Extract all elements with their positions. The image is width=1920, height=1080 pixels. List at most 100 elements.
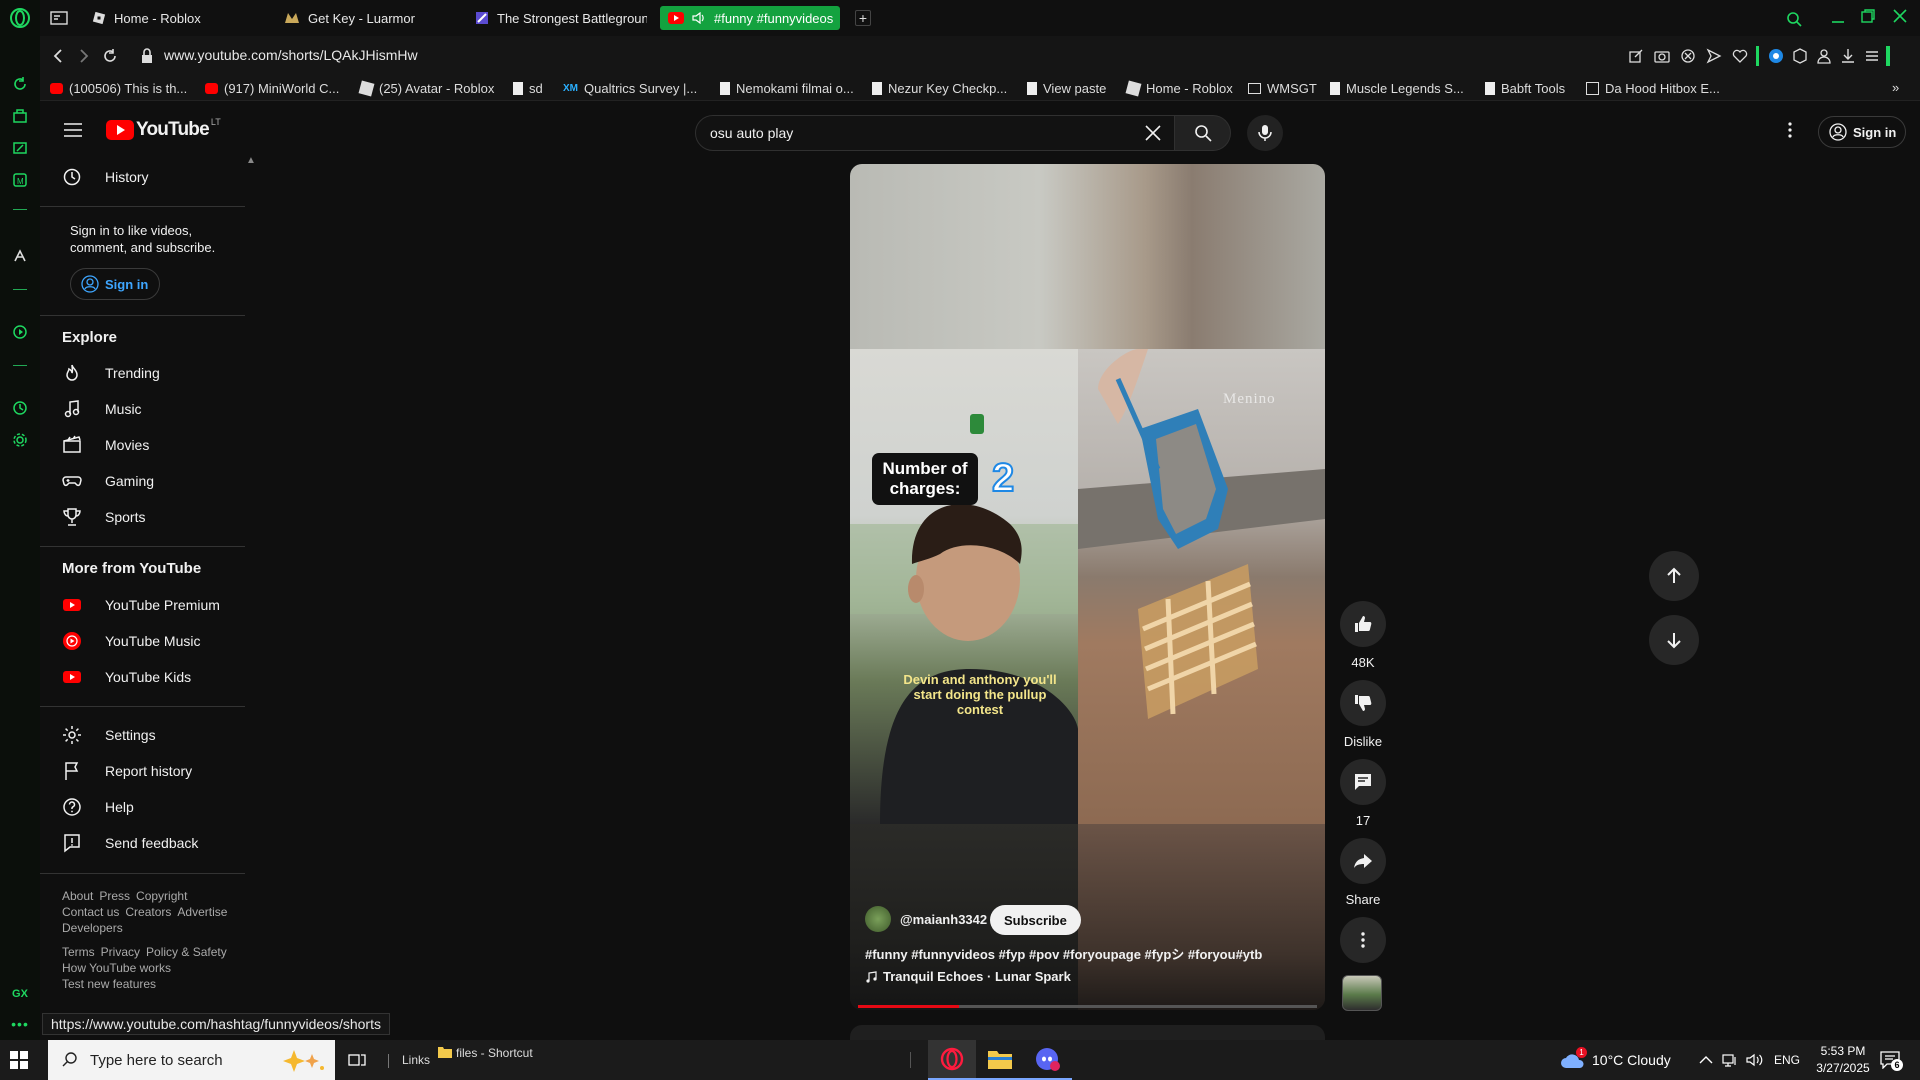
video-title[interactable]: #funny #funnyvideos #fyp #pov #foryoupag… — [865, 944, 1315, 963]
comments-button[interactable]: 17 — [1335, 759, 1391, 828]
footer-link[interactable]: Contact us — [62, 904, 119, 920]
heart-icon[interactable] — [1732, 48, 1748, 64]
settings-sidebar-icon[interactable] — [0, 426, 40, 454]
tab-0[interactable]: Home - Roblox — [84, 6, 264, 30]
download-icon[interactable] — [1840, 48, 1856, 64]
sidebar-item-music[interactable]: Music — [40, 391, 245, 427]
scroll-up-icon[interactable]: ▲ — [246, 155, 255, 166]
language-indicator[interactable]: ENG — [1774, 1040, 1800, 1080]
footer-link[interactable]: Terms — [62, 944, 95, 960]
bookmark-7[interactable]: View paste — [1027, 80, 1106, 97]
more-icon[interactable]: ••• — [0, 1010, 40, 1038]
share-button[interactable]: Share — [1335, 838, 1391, 907]
shorts-player[interactable]: Menino Number of charges: 2 Devin and an… — [850, 164, 1325, 1010]
sidebar-sign-in-button[interactable]: Sign in — [70, 268, 160, 300]
refresh-sidebar-icon[interactable] — [0, 70, 40, 98]
camera-icon[interactable] — [1654, 48, 1670, 64]
task-view-icon[interactable] — [348, 1040, 366, 1080]
extension-blue-icon[interactable] — [1768, 48, 1784, 64]
previous-short-button[interactable] — [1649, 551, 1699, 601]
back-icon[interactable] — [50, 48, 66, 64]
forward-icon[interactable] — [76, 48, 92, 64]
messenger-icon[interactable]: M — [0, 166, 40, 194]
footer-link[interactable]: Press — [99, 888, 130, 904]
links-toolbar[interactable]: Links — [402, 1040, 430, 1080]
snap-edit-icon[interactable] — [1628, 48, 1644, 64]
sidebar-item-youtube-music[interactable]: YouTube Music — [40, 623, 245, 659]
extensions-cube-icon[interactable] — [1792, 48, 1808, 64]
bookmark-2[interactable]: (25) Avatar - Roblox — [358, 80, 494, 97]
ai-icon[interactable] — [0, 242, 40, 270]
sound-thumbnail[interactable] — [1342, 975, 1382, 1011]
sidebar-item-help[interactable]: Help — [40, 789, 245, 825]
sidebar-item-settings[interactable]: Settings — [40, 717, 245, 753]
footer-link[interactable]: Policy & Safety — [146, 944, 227, 960]
discord-taskbar-app[interactable] — [1024, 1040, 1072, 1080]
close-icon[interactable] — [1892, 8, 1908, 24]
sidebar-item-history[interactable]: History — [40, 159, 245, 195]
bookmark-12[interactable]: Da Hood Hitbox E... — [1586, 80, 1720, 97]
files-shortcut[interactable]: files - Shortcut — [438, 1040, 533, 1080]
clock[interactable]: 5:53 PM 3/27/2025 — [1808, 1043, 1878, 1077]
sidebar-item-report-history[interactable]: Report history — [40, 753, 245, 789]
speaker-icon[interactable] — [692, 12, 706, 24]
restore-icon[interactable] — [1860, 8, 1876, 24]
file-explorer-taskbar-app[interactable] — [976, 1040, 1024, 1080]
tab-manager-icon[interactable] — [50, 10, 68, 26]
bookmark-10[interactable]: Muscle Legends S... — [1330, 80, 1464, 97]
search-input[interactable]: osu auto play — [710, 125, 793, 141]
sidebar-item-youtube-kids[interactable]: YouTube Kids — [40, 659, 245, 695]
gx-icon[interactable]: GX — [0, 980, 40, 1008]
like-button[interactable]: 48K — [1335, 601, 1391, 670]
bookmark-11[interactable]: Babft Tools — [1485, 80, 1565, 97]
network-icon[interactable] — [1722, 1040, 1738, 1080]
footer-link[interactable]: Test new features — [62, 976, 156, 992]
progress-track[interactable] — [858, 1005, 1317, 1008]
search-box[interactable]: osu auto play — [695, 115, 1175, 151]
next-short-button[interactable] — [1649, 615, 1699, 665]
tab-2[interactable]: The Strongest Battlegroun — [467, 6, 647, 30]
channel-name[interactable]: @maianh3342 — [900, 912, 987, 927]
subscribe-button[interactable]: Subscribe — [990, 905, 1081, 935]
adblock-icon[interactable] — [1680, 48, 1696, 64]
channel-avatar[interactable] — [865, 906, 891, 932]
twitch-icon[interactable] — [0, 134, 40, 162]
bookmark-1[interactable]: (917) MiniWorld C... — [205, 80, 339, 97]
url-field[interactable]: www.youtube.com/shorts/LQAkJHismHw — [164, 47, 418, 63]
sidebar-item-sports[interactable]: Sports — [40, 499, 245, 535]
footer-link[interactable]: How YouTube works — [62, 960, 171, 976]
search-button[interactable] — [1175, 115, 1231, 151]
tab-3-active[interactable]: #funny #funnyvideos — [660, 6, 840, 30]
opera-gx-taskbar-app[interactable] — [928, 1040, 976, 1080]
bookmark-4[interactable]: XM Qualtrics Survey |... — [563, 80, 697, 97]
player-icon[interactable] — [0, 318, 40, 346]
profile-icon[interactable] — [1816, 48, 1832, 64]
footer-link[interactable]: Copyright — [136, 888, 187, 904]
sidebar-item-gaming[interactable]: Gaming — [40, 463, 245, 499]
volume-icon[interactable] — [1746, 1040, 1764, 1080]
aria-icon[interactable] — [0, 102, 40, 130]
minimize-icon[interactable] — [1830, 10, 1846, 26]
more-options-icon[interactable] — [1787, 121, 1793, 139]
history-sidebar-icon[interactable] — [0, 394, 40, 422]
youtube-logo[interactable]: YouTube LT — [106, 117, 221, 141]
opera-logo-icon[interactable] — [0, 4, 40, 32]
taskbar-search-box[interactable]: Type here to search — [48, 1040, 335, 1080]
easy-setup-icon[interactable] — [1864, 48, 1880, 64]
voice-search-button[interactable] — [1247, 115, 1283, 151]
hamburger-menu-icon[interactable] — [64, 123, 82, 137]
bookmark-5[interactable]: Nemokami filmai o... — [720, 80, 854, 97]
dislike-button[interactable]: Dislike — [1335, 680, 1391, 749]
next-short-preview[interactable] — [850, 1025, 1325, 1040]
more-actions-button[interactable] — [1335, 917, 1391, 963]
search-tabs-icon[interactable] — [1786, 11, 1802, 27]
sidebar-item-trending[interactable]: Trending — [40, 355, 245, 391]
weather-widget[interactable]: 1 10°C Cloudy — [1560, 1040, 1671, 1080]
bookmarks-overflow-icon[interactable]: » — [1892, 80, 1899, 95]
header-sign-in-button[interactable]: Sign in — [1818, 116, 1906, 148]
lock-icon[interactable] — [140, 48, 154, 64]
tab-1[interactable]: Get Key - Luarmor — [276, 6, 456, 30]
bookmark-9[interactable]: WMSGT — [1248, 80, 1317, 97]
notification-center[interactable]: 6 — [1880, 1040, 1903, 1080]
music-row[interactable]: Tranquil Echoes · Lunar Spark — [865, 969, 1071, 984]
